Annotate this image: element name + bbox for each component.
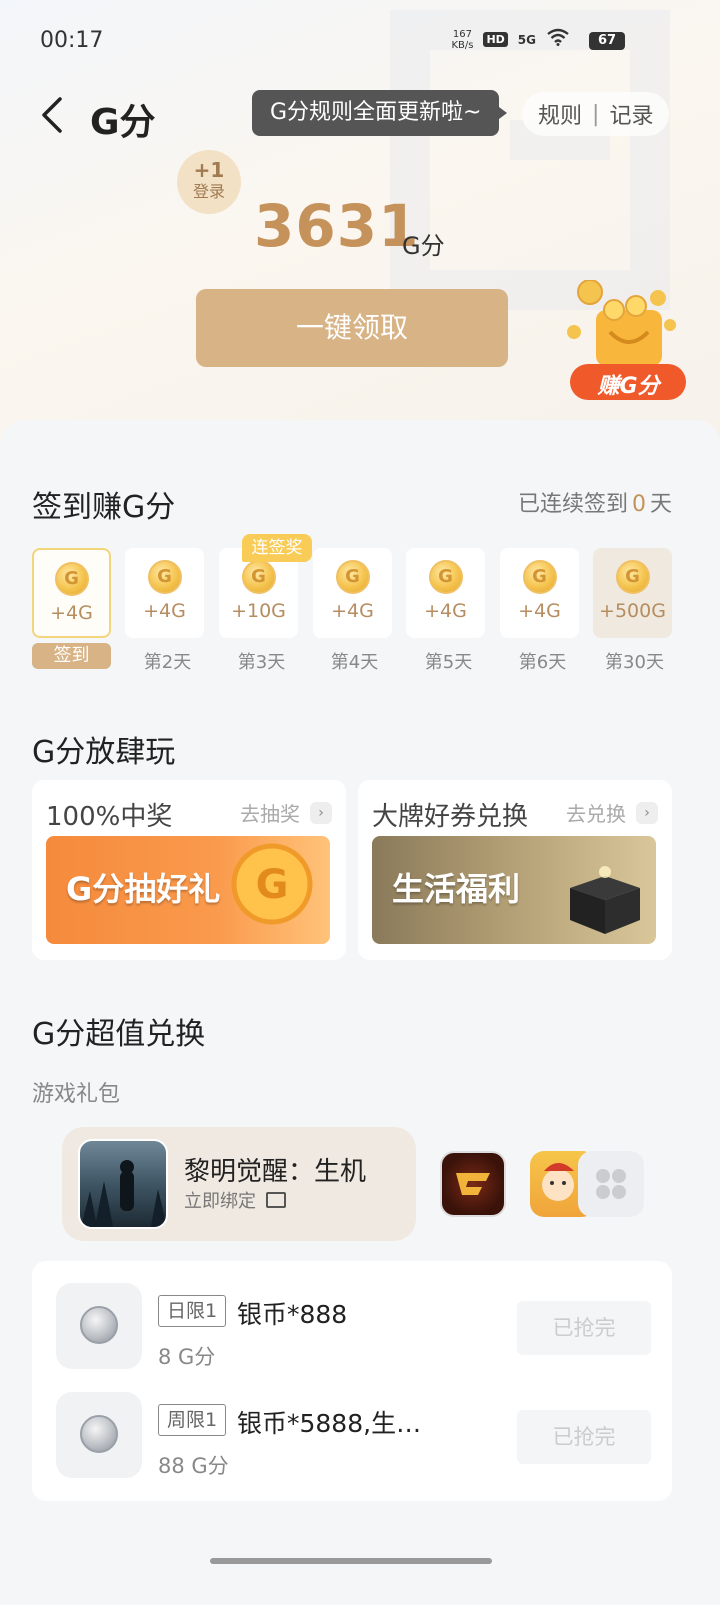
status-bar: 00:17 167 KB/s HD 5G 67 (0, 0, 720, 80)
svg-text:G: G (256, 862, 289, 908)
checkin-day-30[interactable]: G +500G (593, 548, 672, 638)
checkin-day-4[interactable]: G +4G (313, 548, 392, 638)
item-price: 8 G分 (158, 1345, 216, 1369)
claim-all-button[interactable]: 一键领取 (196, 289, 508, 367)
status-icons: 167 KB/s HD 5G (451, 28, 570, 51)
day-label: 第4天 (330, 652, 379, 673)
battery-icon: 67 (589, 32, 625, 50)
checkin-day-5[interactable]: G +4G (406, 548, 485, 638)
points-unit: G分 (402, 232, 445, 260)
sold-out-button[interactable]: 已抢完 (517, 1301, 651, 1355)
day-reward: +4G (331, 600, 374, 622)
item-price: 88 G分 (158, 1454, 229, 1478)
day-label: 第6天 (518, 652, 567, 673)
item-thumbnail (56, 1392, 142, 1478)
more-games-button[interactable] (578, 1151, 644, 1217)
login-bonus-badge: +1 登录 (177, 150, 241, 214)
clock: 00:17 (40, 28, 104, 53)
g-coin-icon: G (147, 560, 182, 594)
earn-points-label: 赚G分 (597, 374, 660, 399)
home-indicator[interactable] (210, 1558, 492, 1564)
day-reward: +500G (599, 600, 666, 622)
game-name: 黎明觉醒：生机 (184, 1157, 367, 1187)
back-button[interactable] (38, 95, 68, 135)
wifi-icon (546, 28, 570, 51)
g-coin-icon: G (335, 560, 370, 594)
checkin-day-6[interactable]: G +4G (500, 548, 579, 638)
chevron-right-icon: › (636, 801, 658, 824)
exchange-section-title: G分超值兑换 (32, 1017, 206, 1052)
signal-icon: 5G (517, 32, 536, 47)
header-links: 规则 | 记录 (522, 92, 670, 136)
chevron-left-icon (42, 97, 62, 133)
day-reward: +4G (143, 600, 186, 622)
bind-account-link[interactable]: 立即绑定 (184, 1187, 286, 1213)
silver-coin-icon (80, 1306, 118, 1344)
day-reward: +4G (50, 602, 93, 624)
rules-update-tooltip[interactable]: G分规则全面更新啦~ (252, 90, 508, 136)
checkin-streak-status: 已连续签到 0 天 (517, 492, 672, 517)
g-coin-icon: G (54, 562, 89, 596)
checkin-button[interactable]: 签到 (32, 643, 111, 669)
rules-link[interactable]: 规则 (538, 98, 582, 130)
go-exchange-link[interactable]: 去兑换 › (566, 798, 658, 827)
limit-badge: 日限1 (158, 1295, 227, 1327)
limit-badge: 周限1 (158, 1404, 227, 1436)
streak-bonus-tag: 连签奖 (242, 534, 312, 562)
day-label: 第5天 (424, 652, 473, 673)
coupon-card[interactable]: 大牌好券兑换 去兑换 › 生活福利 (358, 780, 672, 960)
exchange-list: 日限1 银币*888 8 G分 已抢完 周限1 银币*5888,生… 88 G分… (32, 1261, 672, 1501)
item-name: 银币*888 (237, 1300, 348, 1329)
card-icon (266, 1192, 286, 1208)
exchange-item[interactable]: 日限1 银币*888 8 G分 已抢完 (32, 1283, 672, 1383)
lottery-card-title: 100%中奖 (46, 802, 173, 832)
earn-points-float-button[interactable]: 赚G分 (566, 279, 691, 405)
lottery-banner[interactable]: G G分抽好礼 (46, 836, 330, 944)
checkin-day-1[interactable]: G +4G (32, 548, 111, 638)
day-label: 第30天 (605, 652, 664, 673)
network-speed: 167 KB/s (451, 28, 474, 51)
checkin-day-2[interactable]: G +4G (125, 548, 204, 638)
g-coin-icon: G (241, 560, 276, 594)
selected-game-card[interactable]: 黎明觉醒：生机 立即绑定 (62, 1127, 416, 1241)
item-name: 银币*5888,生… (237, 1409, 422, 1438)
lottery-card[interactable]: 100%中奖 去抽奖 › G G分抽好礼 (32, 780, 346, 960)
coupon-card-title: 大牌好券兑换 (372, 802, 529, 832)
g-coin-icon: G (522, 560, 557, 594)
page-title: G分 (90, 102, 156, 143)
points-balance: 3631 (254, 192, 420, 260)
checkin-title: 签到赚G分 (32, 490, 176, 525)
records-link[interactable]: 记录 (609, 98, 653, 130)
day-label: 第3天 (237, 652, 286, 673)
chevron-right-icon: › (310, 801, 332, 824)
day-reward: +10G (231, 600, 286, 622)
item-thumbnail (56, 1283, 142, 1369)
go-lottery-link[interactable]: 去抽奖 › (240, 798, 332, 827)
day-label: 第2天 (143, 652, 192, 673)
day-reward: +4G (518, 600, 561, 622)
sold-out-button[interactable]: 已抢完 (517, 1410, 651, 1464)
game-gift-subtitle: 游戏礼包 (32, 1082, 121, 1107)
g-coin-icon: G (428, 560, 463, 594)
g-coin-icon: G (615, 560, 650, 594)
gift-box-icon (570, 866, 640, 934)
hd-icon: HD (483, 32, 508, 47)
day-reward: +4G (424, 600, 467, 622)
exchange-item[interactable]: 周限1 银币*5888,生… 88 G分 已抢完 (32, 1392, 672, 1492)
play-section-title: G分放肆玩 (32, 735, 176, 770)
cf-logo-icon (456, 1173, 490, 1195)
game-app-icon[interactable] (440, 1151, 506, 1217)
silver-coin-icon (80, 1415, 118, 1453)
g-coin-icon: G (231, 843, 313, 925)
life-benefit-banner[interactable]: 生活福利 (372, 836, 656, 944)
game-cover-image (78, 1139, 168, 1229)
life-benefit-banner-text: 生活福利 (392, 870, 521, 908)
grid-icon (596, 1169, 626, 1199)
lottery-banner-text: G分抽好礼 (66, 870, 221, 908)
link-separator: | (592, 101, 600, 127)
